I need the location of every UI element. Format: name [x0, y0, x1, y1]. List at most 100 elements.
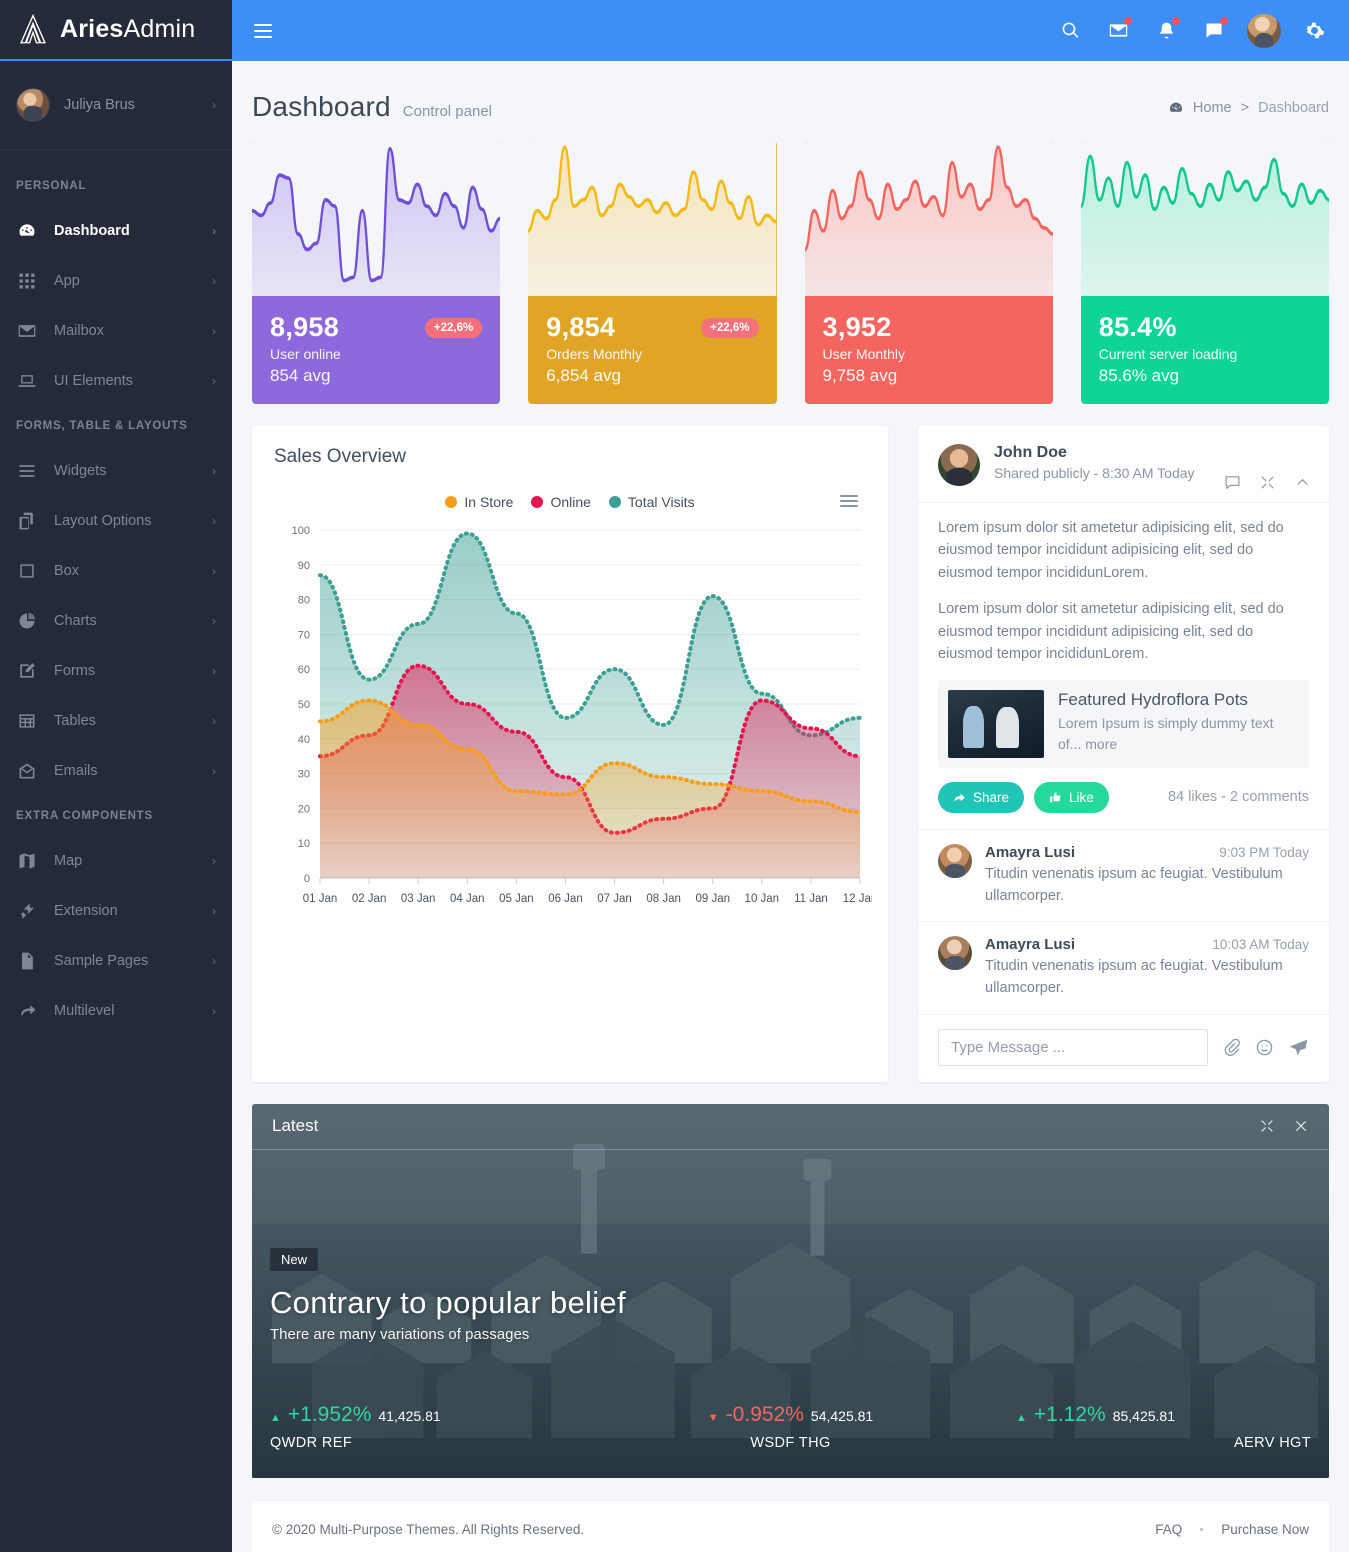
sidebar-item-forms[interactable]: Forms ›: [0, 646, 232, 696]
featured-title: Featured Hydroflora Pots: [1058, 689, 1248, 709]
stat-card-body: 85.4% Current server loading 85.6% avg: [1081, 296, 1329, 404]
ticker-name: WSDF THG: [750, 1434, 831, 1451]
sidebar-item-tables[interactable]: Tables ›: [0, 696, 232, 746]
collapse-icon[interactable]: [1294, 474, 1311, 491]
legend-label: Total Visits: [627, 494, 695, 510]
sidebar-item-map[interactable]: Map ›: [0, 836, 232, 886]
chevron-right-icon: ›: [212, 224, 216, 238]
expand-icon[interactable]: [1259, 474, 1276, 491]
ticker-item: ▼ -0.952% 54,425.81 WSDF THG: [617, 1403, 964, 1451]
stat-card[interactable]: 8,958 User online 854 avg +22,6%: [252, 141, 501, 404]
close-icon[interactable]: [1293, 1118, 1309, 1134]
sidebar-item-ui-elements[interactable]: UI Elements ›: [0, 356, 232, 406]
sidebar-profile[interactable]: Juliya Brus ›: [0, 61, 232, 150]
topbar-avatar[interactable]: [1247, 13, 1281, 48]
featured-text: Featured Hydroflora Pots Lorem Ipsum is …: [1058, 690, 1299, 758]
smiley-icon[interactable]: [1255, 1038, 1274, 1057]
arrow-curve-icon: [16, 1000, 38, 1022]
footer-purchase-link[interactable]: Purchase Now: [1221, 1522, 1309, 1537]
laptop-icon: [16, 370, 38, 392]
banner-heading: Contrary to popular belief: [270, 1284, 626, 1320]
stat-average: 854 avg: [270, 366, 331, 385]
sidebar-item-emails[interactable]: Emails ›: [0, 746, 232, 796]
sidebar-item-label: Box: [54, 563, 79, 579]
svg-text:09 Jan: 09 Jan: [695, 893, 730, 905]
sidebar-item-mailbox[interactable]: Mailbox ›: [0, 306, 232, 356]
dashboard-row: Sales Overview In Store Online Total Visit…: [252, 426, 1329, 1082]
svg-text:100: 100: [292, 525, 310, 537]
sidebar-item-label: Multilevel: [54, 1003, 115, 1019]
legend-item[interactable]: Total Visits: [608, 494, 695, 510]
menu-toggle-icon[interactable]: [254, 23, 272, 38]
stat-card[interactable]: 85.4% Current server loading 85.6% avg: [1080, 141, 1329, 404]
legend-swatch: [445, 496, 458, 508]
like-label: Like: [1069, 789, 1094, 805]
paperclip-icon[interactable]: [1222, 1038, 1241, 1057]
comment-icon[interactable]: [1224, 474, 1241, 491]
post-header: John Doe Shared publicly - 8:30 AM Today: [918, 426, 1329, 496]
expand-icon[interactable]: [1259, 1118, 1275, 1134]
hamburger-menu-icon[interactable]: [840, 492, 858, 510]
ticker-percent: +1.952%: [287, 1402, 372, 1426]
sparkline-chart: [804, 141, 1053, 296]
legend-item[interactable]: In Store: [445, 494, 513, 510]
stat-card[interactable]: 9,854 Orders Monthly 6,854 avg +22,6%: [528, 141, 777, 404]
ticker-item: ▲ +1.952% 41,425.81 QWDR REF: [270, 1403, 617, 1451]
gear-icon[interactable]: [1299, 16, 1329, 46]
comment-text: Titudin venenatis ipsum ac feugiat. Vest…: [985, 958, 1283, 997]
featured-thumbnail: [948, 689, 1044, 758]
svg-text:04 Jan: 04 Jan: [450, 893, 485, 905]
message-row: [918, 1013, 1329, 1082]
chevron-right-icon: ›: [212, 274, 216, 288]
sidebar-item-box[interactable]: Box ›: [0, 546, 232, 596]
ticker-value: 41,425.81: [378, 1407, 441, 1424]
share-button[interactable]: Share: [938, 781, 1025, 813]
brand-logo-area[interactable]: AriesAdmin: [0, 0, 232, 61]
sidebar-item-widgets[interactable]: Widgets ›: [0, 446, 232, 496]
sidebar-item-extension[interactable]: Extension ›: [0, 886, 232, 936]
message-input[interactable]: [938, 1028, 1208, 1066]
footer-faq-link[interactable]: FAQ: [1155, 1522, 1182, 1537]
breadcrumb-separator: >: [1240, 100, 1250, 116]
comment-author: Amayra Lusi: [985, 936, 1076, 954]
svg-text:20: 20: [298, 803, 310, 815]
topbar: [232, 0, 1349, 61]
chat-icon[interactable]: [1199, 16, 1229, 46]
legend-item[interactable]: Online: [531, 494, 591, 510]
sidebar-item-layout-options[interactable]: Layout Options ›: [0, 496, 232, 546]
social-actions: Share Like 84 likes - 2 comments: [918, 768, 1329, 829]
sidebar-section-title: PERSONAL: [16, 180, 87, 192]
envelope-icon[interactable]: [1103, 16, 1133, 46]
sidebar-item-dashboard[interactable]: Dashboard ›: [0, 206, 232, 256]
svg-text:08 Jan: 08 Jan: [646, 893, 681, 905]
svg-text:01 Jan: 01 Jan: [303, 893, 338, 905]
svg-text:05 Jan: 05 Jan: [499, 893, 534, 905]
ticker-name: AERV HGT: [1233, 1434, 1311, 1451]
lines-icon: [16, 460, 38, 482]
bell-icon[interactable]: [1151, 16, 1181, 46]
send-icon[interactable]: [1288, 1037, 1309, 1058]
stat-card[interactable]: 3,952 User Monthly 9,758 avg: [804, 141, 1053, 404]
comment-header: Amayra Lusi 10:03 AM Today: [985, 936, 1309, 953]
share-icon: [954, 793, 965, 802]
featured-card[interactable]: Featured Hydroflora Pots Lorem Ipsum is …: [938, 679, 1309, 768]
chevron-right-icon: ›: [212, 98, 216, 112]
sidebar-item-app[interactable]: App ›: [0, 256, 232, 306]
chevron-right-icon: ›: [212, 324, 216, 338]
sidebar-item-label: Widgets: [54, 463, 107, 479]
search-icon[interactable]: [1055, 16, 1085, 46]
legend-swatch: [531, 496, 544, 508]
chevron-right-icon: ›: [212, 564, 216, 578]
like-button[interactable]: Like: [1034, 781, 1109, 813]
sidebar-item-sample-pages[interactable]: Sample Pages ›: [0, 936, 232, 986]
stat-value: 3,952: [822, 312, 892, 342]
sidebar-item-multilevel[interactable]: Multilevel ›: [0, 986, 232, 1036]
sidebar-item-charts[interactable]: Charts ›: [0, 596, 232, 646]
ticker-percent: -0.952%: [725, 1402, 804, 1426]
breadcrumb-home[interactable]: Home: [1193, 100, 1232, 116]
sparkline-chart: [528, 141, 777, 296]
breadcrumb-current: Dashboard: [1258, 100, 1329, 116]
brand-bold: Aries: [60, 15, 124, 43]
featured-more-link[interactable]: more: [1085, 736, 1117, 752]
comment-item: Amayra Lusi 10:03 AM Today Titudin venenat…: [918, 921, 1329, 1014]
